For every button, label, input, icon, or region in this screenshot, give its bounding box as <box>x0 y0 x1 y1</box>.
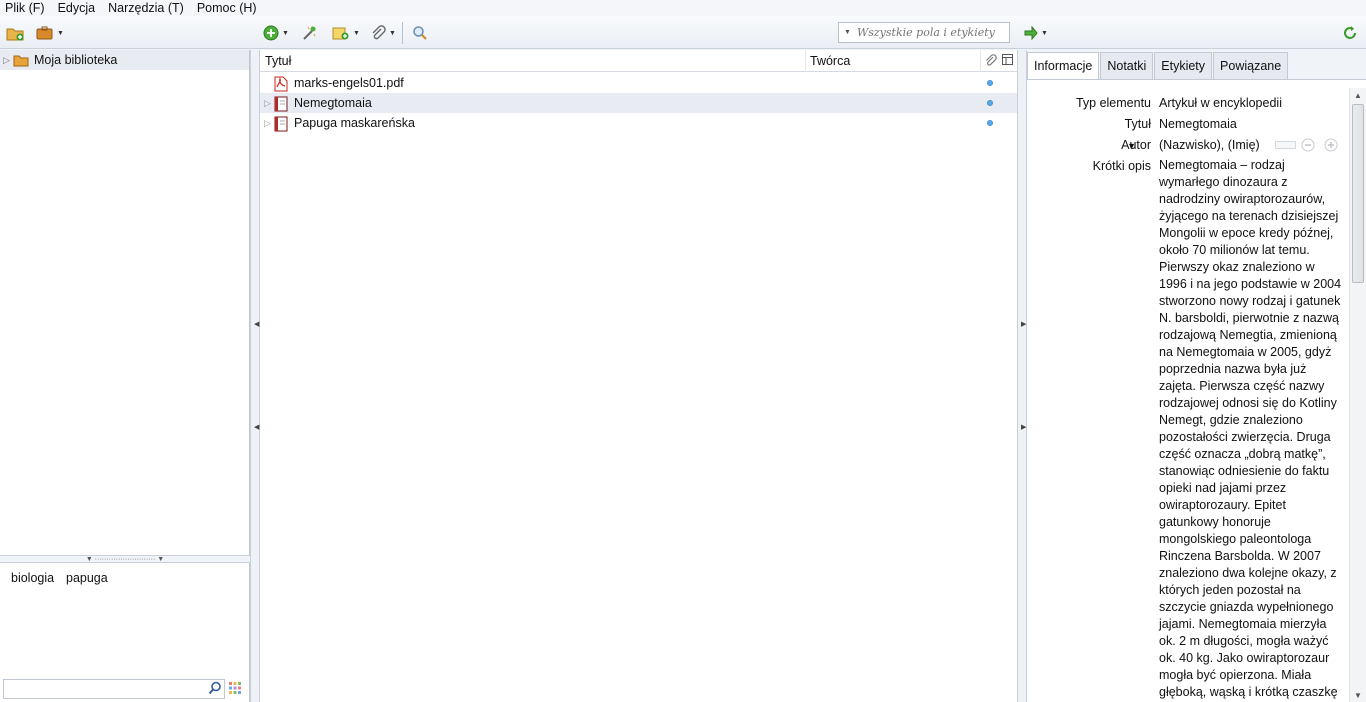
collapse-left-icon[interactable]: ◀ <box>254 320 259 328</box>
switch-field-mode-icon[interactable] <box>1275 140 1297 150</box>
item-pane-tabs: Informacje Notatki Etykiety Powiązane <box>1027 52 1289 79</box>
book-icon <box>274 116 288 135</box>
abstract-value[interactable]: Nemegtomaia – rodzaj wymarłego dinozaura… <box>1159 157 1345 702</box>
tag-papuga[interactable]: papuga <box>66 571 108 585</box>
tag-filter-input[interactable] <box>4 680 194 698</box>
chevron-down-icon: ▼ <box>57 29 64 37</box>
collapse-right-icon[interactable]: ▶ <box>1021 320 1026 328</box>
item-title: Nemegtomaia <box>294 96 372 110</box>
tab-notes[interactable]: Notatki <box>1100 52 1154 79</box>
collections-tree[interactable]: ▷ Moja biblioteka <box>0 50 250 555</box>
table-row[interactable]: ▷ Nemegtomaia <box>260 93 1017 113</box>
item-type-label: Typ elementu <box>1075 96 1151 110</box>
collapse-left-icon[interactable]: ◀ <box>254 423 259 431</box>
new-item-button[interactable]: ▼ <box>263 23 289 43</box>
tag-pane-splitter[interactable]: ▼ ·························· ▼ <box>0 555 250 563</box>
tag-actions-menu-icon[interactable] <box>228 681 242 698</box>
tab-tags[interactable]: Etykiety <box>1154 52 1213 79</box>
search-icon <box>208 681 222 698</box>
title-value[interactable]: Nemegtomaia <box>1159 117 1237 131</box>
unread-indicator-icon <box>987 80 993 86</box>
search-field[interactable]: ▼ <box>838 22 1010 43</box>
left-splitter[interactable]: ◀ ◀ <box>250 50 260 702</box>
tag-biologia[interactable]: biologia <box>11 571 54 585</box>
toolbar: ▼ ▼ ▼ ▼ ▼ ▼ <box>0 16 1366 49</box>
chevron-down-icon: ▼ <box>353 29 360 37</box>
abstract-label: Krótki opis <box>1092 159 1151 173</box>
scroll-thumb[interactable] <box>1352 104 1364 283</box>
table-row[interactable]: marks-engels01.pdf <box>260 73 1017 93</box>
collection-label: Moja biblioteka <box>34 53 118 67</box>
library-folder-icon <box>13 55 29 67</box>
scroll-down-icon[interactable]: ▼ <box>1354 691 1362 700</box>
column-divider[interactable] <box>805 50 806 72</box>
library-actions-button[interactable]: ▼ <box>36 23 64 43</box>
item-type-value[interactable]: Artykuł w encyklopedii <box>1159 96 1282 110</box>
add-circle-icon <box>263 25 279 41</box>
search-input[interactable] <box>856 26 1005 39</box>
collection-my-library[interactable]: ▷ Moja biblioteka <box>0 50 249 70</box>
tag-selector: biologia papuga <box>0 563 250 702</box>
items-column-header: Tytuł Twórca <box>260 50 1017 72</box>
chevron-down-icon: ▼ <box>1041 29 1048 37</box>
table-row[interactable]: ▷ Papuga maskareńska <box>260 113 1017 133</box>
menu-file[interactable]: Plik (F) <box>5 1 45 15</box>
author-value[interactable]: (Nazwisko), (Imię) <box>1159 138 1260 152</box>
sync-icon <box>1344 26 1356 39</box>
menu-bar: Plik (F) Edycja Narzędzia (T) Pomoc (H) <box>0 0 1366 16</box>
expand-twisty-icon[interactable]: ▷ <box>264 98 271 109</box>
item-title: marks-engels01.pdf <box>294 76 404 90</box>
chevron-down-icon: ▼ <box>389 29 396 37</box>
remove-creator-icon[interactable] <box>1301 138 1315 152</box>
locate-button[interactable]: ▼ <box>1024 23 1048 43</box>
menu-tools[interactable]: Narzędzia (T) <box>108 1 184 15</box>
add-by-identifier-button[interactable] <box>301 23 317 43</box>
advanced-search-button[interactable] <box>412 23 428 43</box>
column-divider[interactable] <box>980 50 981 72</box>
search-mode-dropdown-icon[interactable]: ▼ <box>844 29 851 36</box>
column-picker-icon[interactable] <box>1002 54 1013 68</box>
item-pane: Informacje Notatki Etykiety Powiązane Ty… <box>1027 50 1366 702</box>
tab-related[interactable]: Powiązane <box>1213 52 1289 79</box>
item-title: Papuga maskareńska <box>294 116 415 130</box>
toolbar-separator <box>402 22 403 44</box>
right-splitter[interactable]: ▶ ▶ <box>1017 50 1027 702</box>
new-collection-button[interactable] <box>6 23 24 43</box>
new-folder-icon <box>6 28 24 41</box>
info-panel: Typ elementu Artykuł w encyklopedii Tytu… <box>1027 79 1366 702</box>
attachments-column-icon[interactable] <box>984 54 997 70</box>
expand-twisty-icon[interactable]: ▷ <box>3 55 13 66</box>
unread-indicator-icon <box>987 100 993 106</box>
column-title[interactable]: Tytuł <box>265 54 291 68</box>
author-label[interactable]: Autor <box>1121 138 1151 152</box>
author-controls <box>1275 138 1338 152</box>
items-pane: Tytuł Twórca marks-engels01.pdf ▷ Nemegt… <box>260 50 1017 702</box>
add-attachment-button[interactable]: ▼ <box>370 23 396 43</box>
collapse-right-icon[interactable]: ▶ <box>1021 423 1026 431</box>
briefcase-icon <box>36 26 53 40</box>
magnifier-icon <box>413 26 427 40</box>
title-label: Tytuł <box>1124 117 1151 131</box>
scroll-up-icon[interactable]: ▲ <box>1354 91 1362 100</box>
menu-help[interactable]: Pomoc (H) <box>197 1 257 15</box>
magic-wand-icon <box>303 26 316 40</box>
note-add-icon <box>332 27 349 40</box>
new-note-button[interactable]: ▼ <box>332 23 360 43</box>
sync-button[interactable] <box>1342 23 1358 43</box>
column-creator[interactable]: Twórca <box>810 54 850 68</box>
menu-edit[interactable]: Edycja <box>58 1 96 15</box>
unread-indicator-icon <box>987 120 993 126</box>
info-scrollbar[interactable]: ▲ ▼ <box>1349 88 1366 702</box>
expand-twisty-icon[interactable]: ▷ <box>264 118 271 129</box>
paperclip-icon <box>372 25 386 40</box>
arrow-right-icon <box>1024 26 1038 40</box>
chevron-down-icon: ▼ <box>282 29 289 37</box>
tag-filter-box[interactable] <box>3 679 225 699</box>
add-creator-icon[interactable] <box>1324 138 1338 152</box>
tab-info[interactable]: Informacje <box>1027 52 1100 79</box>
left-pane: ▷ Moja biblioteka ▼ ····················… <box>0 50 250 702</box>
